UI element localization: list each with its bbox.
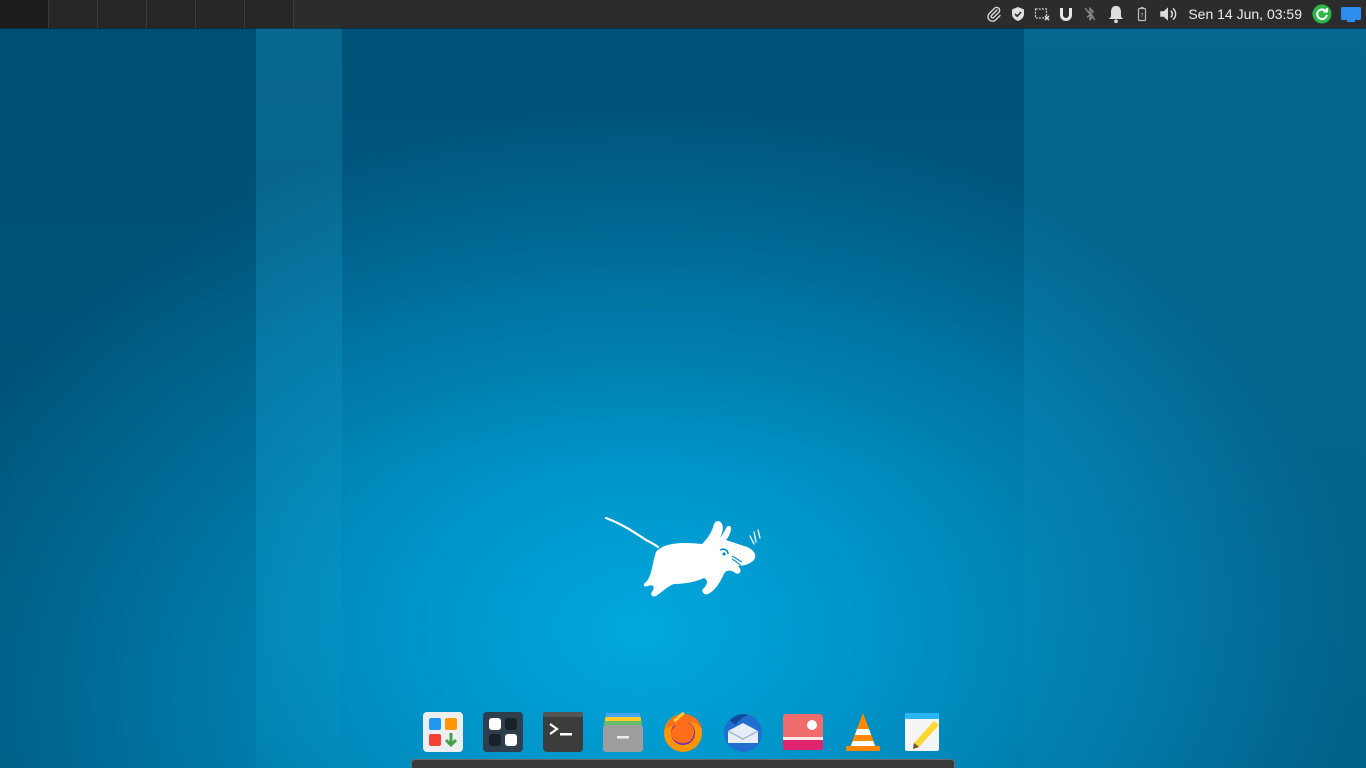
paperclip-icon[interactable] xyxy=(986,6,1002,22)
battery-icon[interactable]: ? xyxy=(1134,6,1150,22)
update-icon[interactable] xyxy=(1312,4,1332,24)
terminal-icon[interactable] xyxy=(533,704,593,760)
wallpaper-band-right xyxy=(1024,28,1366,768)
bluetooth-off-icon[interactable] xyxy=(1082,6,1098,22)
wallpaper-band-center xyxy=(342,28,1024,768)
app-grid-icon[interactable] xyxy=(473,704,533,760)
software-center-icon[interactable] xyxy=(413,704,473,760)
workspace-4[interactable] xyxy=(147,0,196,28)
volume-icon[interactable] xyxy=(1158,6,1178,22)
top-panel: ? Sen 14 Jun, 03:59 xyxy=(0,0,1366,28)
clock[interactable]: Sen 14 Jun, 03:59 xyxy=(1186,6,1304,22)
file-manager-icon[interactable] xyxy=(593,704,653,760)
svg-text:?: ? xyxy=(1141,13,1144,20)
text-editor-icon[interactable] xyxy=(893,704,953,760)
screenshot-icon[interactable] xyxy=(1034,6,1050,22)
bell-icon[interactable] xyxy=(1106,5,1126,24)
workspace-3[interactable] xyxy=(98,0,147,28)
wallpaper-band-mid xyxy=(256,28,342,768)
system-tray: ? Sen 14 Jun, 03:59 xyxy=(986,0,1366,28)
dock-panel-edge xyxy=(411,759,955,768)
vlc-icon[interactable] xyxy=(833,704,893,760)
workspace-switcher[interactable] xyxy=(0,0,294,28)
xfce-mouse-logo xyxy=(604,516,761,597)
firefox-icon[interactable] xyxy=(653,704,713,760)
magnet-icon[interactable] xyxy=(1058,6,1074,22)
dock xyxy=(413,704,953,760)
workspace-1[interactable] xyxy=(0,0,49,28)
shield-icon[interactable] xyxy=(1010,6,1026,22)
workspace-2[interactable] xyxy=(49,0,98,28)
workspace-6[interactable] xyxy=(245,0,294,28)
image-viewer-icon[interactable] xyxy=(773,704,833,760)
workspace-5[interactable] xyxy=(196,0,245,28)
show-desktop-icon[interactable] xyxy=(1340,6,1362,22)
thunderbird-icon[interactable] xyxy=(713,704,773,760)
wallpaper-band-left xyxy=(0,28,256,768)
